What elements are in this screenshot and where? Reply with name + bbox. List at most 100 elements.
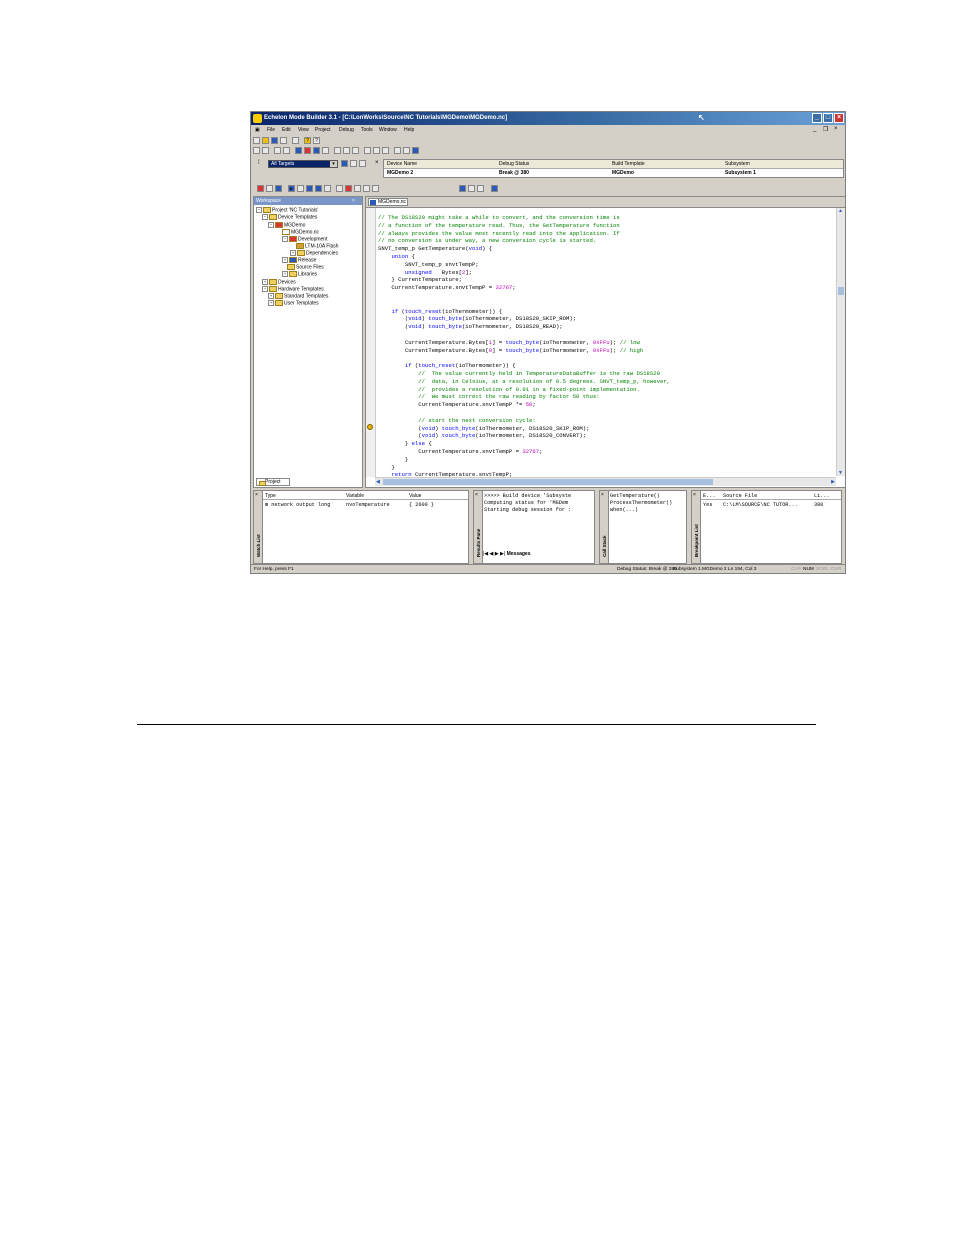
help-icon[interactable]: ? — [304, 137, 311, 144]
close-icon[interactable]: × — [255, 492, 258, 498]
expand-icon[interactable]: + — [290, 250, 296, 256]
scroll-right-icon[interactable]: ▶ — [831, 479, 835, 485]
code-line[interactable]: } — [378, 456, 830, 464]
expand-icon[interactable]: + — [282, 271, 288, 277]
scroll-down-icon[interactable]: ▼ — [838, 470, 843, 476]
debug-target-icon[interactable] — [275, 185, 282, 192]
code-line[interactable]: CurrentTemperature.snvtTempP = 32767; — [378, 448, 830, 456]
window-split-icon[interactable] — [468, 185, 475, 192]
menu-tools[interactable]: Tools — [361, 127, 373, 133]
menu-project[interactable]: Project — [315, 127, 331, 133]
menu-help[interactable]: Help — [404, 127, 414, 133]
step-into-icon[interactable] — [336, 185, 343, 192]
pause-icon[interactable] — [297, 185, 304, 192]
code-line[interactable]: CurrentTemperature.Bytes[1] = touch_byte… — [378, 339, 830, 347]
breakpoint-file-cell[interactable]: C:\LM\SOURCE\NC TUTOR... — [723, 502, 798, 508]
code-line[interactable]: // The value currently held in Temperatu… — [378, 370, 830, 378]
window-cascade-icon[interactable] — [477, 185, 484, 192]
step-out-icon[interactable] — [363, 185, 370, 192]
print-icon[interactable] — [292, 137, 299, 144]
tree-source-files[interactable]: Source Files — [287, 264, 324, 270]
indent-icon[interactable] — [274, 147, 281, 154]
replace-icon[interactable] — [352, 147, 359, 154]
collapse-icon[interactable]: − — [268, 222, 274, 228]
tree-dependencies[interactable]: + Dependencies — [290, 250, 338, 256]
tab-mgdemo-nc[interactable]: MGDemo.nc — [368, 198, 408, 206]
code-line[interactable]: // The DS18S20 might take a while to con… — [378, 214, 830, 222]
device-manager-icon[interactable] — [341, 160, 348, 167]
mdi-minimize-button[interactable]: _ — [813, 126, 816, 132]
bookmark-icon[interactable] — [364, 147, 371, 154]
code-line[interactable]: // We must correct the raw reading by fa… — [378, 393, 830, 401]
col-debug-status[interactable]: Debug Status — [499, 161, 529, 167]
workspace-close-icon[interactable]: × — [352, 198, 355, 204]
tree-standard-templates[interactable]: + Standard Templates — [268, 293, 328, 299]
outdent-icon[interactable] — [283, 147, 290, 154]
target-select[interactable]: All Targets ▾ — [268, 160, 338, 168]
tab-messages[interactable]: Messages — [507, 551, 531, 557]
tree-user-templates[interactable]: + User Templates — [268, 300, 319, 306]
code-line[interactable]: if (touch_reset(ioThermometer)) { — [378, 362, 830, 370]
code-line[interactable] — [378, 300, 830, 308]
stop-icon[interactable] — [315, 185, 322, 192]
rebuild-icon[interactable] — [313, 147, 320, 154]
run-to-cursor-icon[interactable] — [372, 185, 379, 192]
paste-icon[interactable] — [412, 147, 419, 154]
breakpoint-enabled-cell[interactable]: Yes — [703, 502, 712, 508]
horizontal-scrollbar[interactable]: ◀ ▶ — [375, 477, 836, 486]
code-line[interactable]: (void) touch_byte(ioThermometer, DS18S20… — [378, 315, 830, 323]
find-in-files-icon[interactable] — [343, 147, 350, 154]
code-line[interactable]: (void) touch_byte(ioThermometer, DS18S20… — [378, 425, 830, 433]
code-line[interactable] — [378, 331, 830, 339]
tree-device-templates[interactable]: − Device Templates — [262, 214, 317, 220]
collapse-icon[interactable]: − — [262, 286, 268, 292]
cut-icon[interactable] — [394, 147, 401, 154]
code-line[interactable]: } — [378, 464, 830, 472]
new-file-icon[interactable] — [253, 137, 260, 144]
code-line[interactable]: SNVT_temp_p snvtTempP; — [378, 261, 830, 269]
tree-release[interactable]: + Release — [282, 257, 316, 263]
tab-project[interactable]: Project — [256, 478, 290, 486]
code-line[interactable]: // a function of the temperature read. T… — [378, 222, 830, 230]
code-line[interactable]: CurrentTemperature.snvtTempP = 32767; — [378, 284, 830, 292]
toggle-debug-icon[interactable] — [257, 185, 264, 192]
code-line[interactable]: } else { — [378, 440, 830, 448]
redo-icon[interactable] — [382, 147, 389, 154]
collapse-icon[interactable]: − — [262, 214, 268, 220]
open-folder-icon[interactable] — [262, 137, 269, 144]
code-text[interactable]: // The DS18S20 might take a while to con… — [378, 214, 830, 486]
tree-libraries[interactable]: + Libraries — [282, 271, 317, 277]
tree-mgdemo[interactable]: − MGDemo — [268, 222, 305, 228]
build-icon[interactable] — [295, 147, 302, 154]
code-line[interactable]: // start the next conversion cycle: — [378, 417, 830, 425]
code-line[interactable]: CurrentTemperature.Bytes[0] = touch_byte… — [378, 347, 830, 355]
code-line[interactable]: union { — [378, 253, 830, 261]
doc-icon[interactable]: ▣ — [255, 127, 260, 133]
mdi-restore-button[interactable]: ❐ — [823, 126, 828, 133]
code-line[interactable] — [378, 354, 830, 362]
code-line[interactable]: unsigned Bytes[2]; — [378, 269, 830, 277]
code-line[interactable] — [378, 409, 830, 417]
code-line[interactable]: (void) touch_byte(ioThermometer, DS18S20… — [378, 432, 830, 440]
code-line[interactable]: // provides a resolution of 0.01 in a fi… — [378, 386, 830, 394]
tree-ltm-flash[interactable]: LTM-10A Flash — [296, 243, 339, 249]
menu-window[interactable]: Window — [379, 127, 397, 133]
target-options-icon[interactable] — [350, 160, 357, 167]
minimize-button[interactable]: _ — [812, 113, 822, 123]
menu-view[interactable]: View — [298, 127, 309, 133]
code-line[interactable]: CurrentTemperature.snvtTempP *= 50; — [378, 401, 830, 409]
close-icon[interactable]: × — [601, 492, 604, 498]
close-button[interactable]: × — [834, 113, 844, 123]
collapse-icon[interactable]: − — [256, 207, 262, 213]
expand-icon[interactable]: + — [262, 279, 268, 285]
find-icon[interactable] — [334, 147, 341, 154]
last-icon[interactable]: ▶| — [500, 551, 505, 557]
back-icon[interactable] — [253, 147, 260, 154]
next-icon[interactable]: ▶ — [495, 551, 499, 557]
window-tile-icon[interactable] — [459, 185, 466, 192]
scroll-left-icon[interactable]: ◀ — [376, 479, 380, 485]
step-over-icon[interactable] — [324, 185, 331, 192]
breakpoint-icon[interactable] — [345, 185, 352, 192]
expand-icon[interactable]: + — [268, 293, 274, 299]
editor-gutter[interactable] — [366, 208, 376, 477]
